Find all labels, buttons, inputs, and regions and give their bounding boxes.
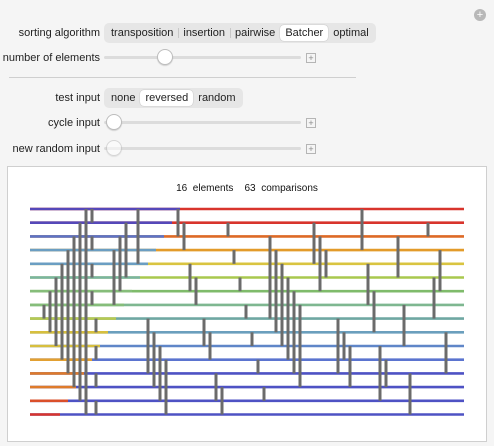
number-of-elements-slider-track[interactable] <box>104 56 301 59</box>
sorting-network-diagram <box>30 207 464 416</box>
test-input-selector: none reversed random <box>104 88 243 108</box>
number-of-elements-label: number of elements <box>2 52 100 64</box>
cycle-input-slider-thumb[interactable] <box>106 114 122 130</box>
test-input-option-none[interactable]: none <box>106 90 140 106</box>
sorting-algorithm-selector: transposition insertion pairwise Batcher… <box>104 23 376 43</box>
test-input-option-reversed[interactable]: reversed <box>140 90 194 106</box>
cycle-input-expand-icon[interactable]: + <box>306 118 316 128</box>
new-random-input-label: new random input <box>12 143 100 155</box>
new-random-input-expand-icon[interactable]: + <box>306 144 316 154</box>
algorithm-option-insertion[interactable]: insertion <box>178 25 230 41</box>
number-of-elements-slider-thumb[interactable] <box>157 49 173 65</box>
test-input-option-random[interactable]: random <box>193 90 240 106</box>
sorting-algorithm-label: sorting algorithm <box>18 27 100 39</box>
algorithm-option-batcher[interactable]: Batcher <box>280 25 329 41</box>
divider <box>9 77 356 78</box>
test-input-label: test input <box>55 92 100 104</box>
new-random-input-slider-track[interactable] <box>104 147 301 150</box>
cycle-input-label: cycle input <box>48 117 100 129</box>
number-of-elements-expand-icon[interactable]: + <box>306 53 316 63</box>
cycle-input-slider-track[interactable] <box>104 121 301 124</box>
algorithm-option-optimal[interactable]: optimal <box>328 25 373 41</box>
sorting-network-panel: 16 elements 63 comparisons <box>7 166 487 442</box>
algorithm-option-transposition[interactable]: transposition <box>106 25 178 41</box>
algorithm-option-pairwise[interactable]: pairwise <box>229 25 280 41</box>
add-bookmark-icon[interactable]: + <box>474 9 486 21</box>
new-random-input-slider-thumb[interactable] <box>106 140 122 156</box>
